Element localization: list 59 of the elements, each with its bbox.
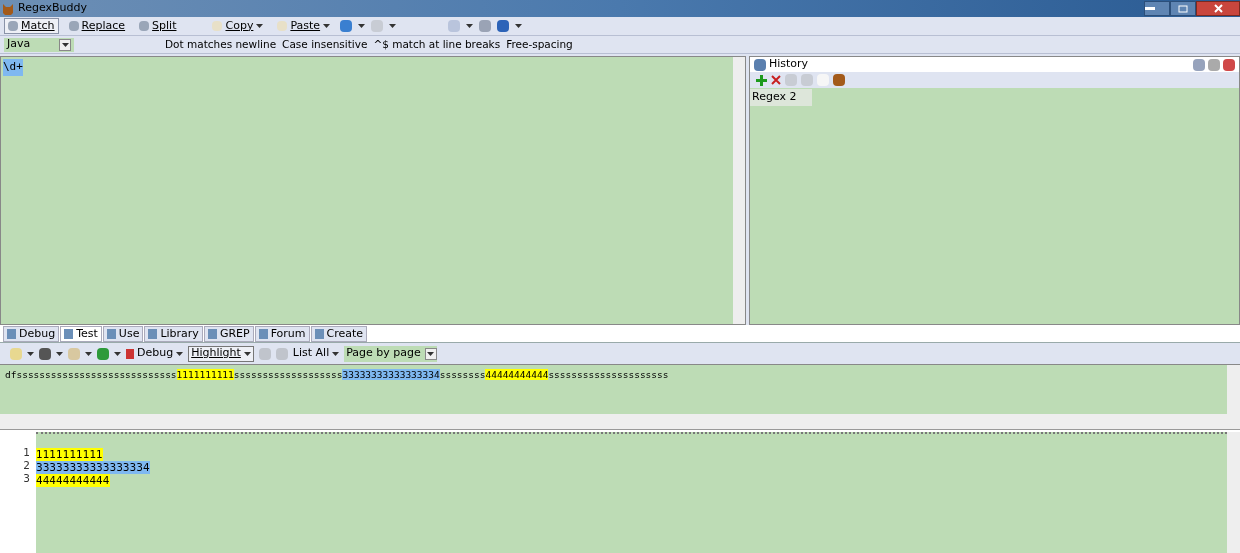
caret-icon — [323, 24, 331, 28]
close-button[interactable] — [1196, 1, 1240, 16]
caret-icon — [427, 351, 435, 356]
caret-icon — [358, 24, 366, 28]
caret-icon — [256, 24, 264, 28]
caret-icon — [56, 351, 63, 356]
option-toggle[interactable]: Dot matches newline — [165, 36, 277, 53]
match-result: 1111111111 — [36, 448, 103, 461]
debug-button[interactable]: Debug — [126, 345, 184, 362]
caret-icon — [466, 24, 474, 28]
caret-icon — [389, 24, 397, 28]
tab[interactable]: GREP — [203, 326, 254, 342]
flavor-dropdown[interactable]: Java — [4, 37, 74, 52]
caret-icon — [176, 351, 184, 356]
delete-icon[interactable] — [771, 75, 781, 85]
line-number: 2 — [23, 459, 30, 472]
list-all-button[interactable]: List All — [292, 345, 340, 362]
restore-button[interactable] — [1170, 1, 1196, 16]
match-result: 33333333333333334 — [36, 461, 150, 474]
caret-icon — [515, 24, 523, 28]
history-item[interactable]: Regex 2 — [750, 89, 812, 106]
tab[interactable]: Create — [310, 326, 368, 342]
minimize-icon — [1145, 7, 1155, 10]
tab[interactable]: Forum — [254, 326, 310, 342]
highlight-button[interactable]: Highlight — [188, 345, 254, 362]
option-toggle[interactable]: ^$ match at line breaks — [373, 36, 501, 53]
tab[interactable]: Use — [102, 326, 144, 342]
plus-icon[interactable] — [756, 74, 767, 86]
scrollbar[interactable] — [1227, 365, 1240, 414]
window-title: RegexBuddy — [18, 0, 87, 17]
scrollbar[interactable] — [1227, 432, 1240, 553]
regex-editor[interactable]: \d+ — [0, 56, 746, 325]
tab[interactable]: Test — [60, 326, 102, 342]
toolbar-button[interactable]: Copy — [208, 18, 268, 34]
caret-icon — [243, 351, 251, 356]
toolbar-button[interactable]: Paste — [273, 18, 335, 34]
line-number: 1 — [23, 446, 30, 459]
option-toggle[interactable]: Case insensitive — [282, 36, 368, 53]
tab[interactable]: Library — [144, 326, 203, 342]
test-text: dfssssssssssssssssssssssssssss1111111111sssssssssssssssssss33333333333333334ssssssss44444444444sssssssssssssssssssss — [5, 369, 669, 380]
line-number: 3 — [23, 472, 30, 485]
caret-icon — [332, 351, 340, 356]
toolbar-button[interactable]: Match — [4, 18, 59, 34]
toolbar-button[interactable]: Split — [135, 18, 181, 34]
tab[interactable]: Debug — [3, 326, 60, 342]
match-result: 44444444444 — [36, 474, 110, 487]
test-text-editor[interactable]: dfssssssssssssssssssssssssssss1111111111sssssssssssssssssss33333333333333334ssssssss44444444444sssssssssssssssssssss — [0, 364, 1240, 414]
restore-icon — [1178, 4, 1188, 13]
scrollbar[interactable] — [733, 57, 745, 324]
caret-icon — [27, 351, 34, 356]
caret-icon — [114, 351, 121, 356]
caret-icon — [85, 351, 92, 356]
scope-dropdown[interactable]: Page by page — [344, 345, 437, 362]
minimize-button[interactable] — [1144, 1, 1170, 16]
caret-icon — [61, 42, 69, 47]
option-toggle[interactable]: Free-spacing — [506, 36, 573, 53]
horizontal-scrollbar[interactable] — [0, 414, 1240, 430]
toolbar-button[interactable]: Replace — [64, 18, 130, 34]
panel-title: History — [769, 56, 809, 73]
